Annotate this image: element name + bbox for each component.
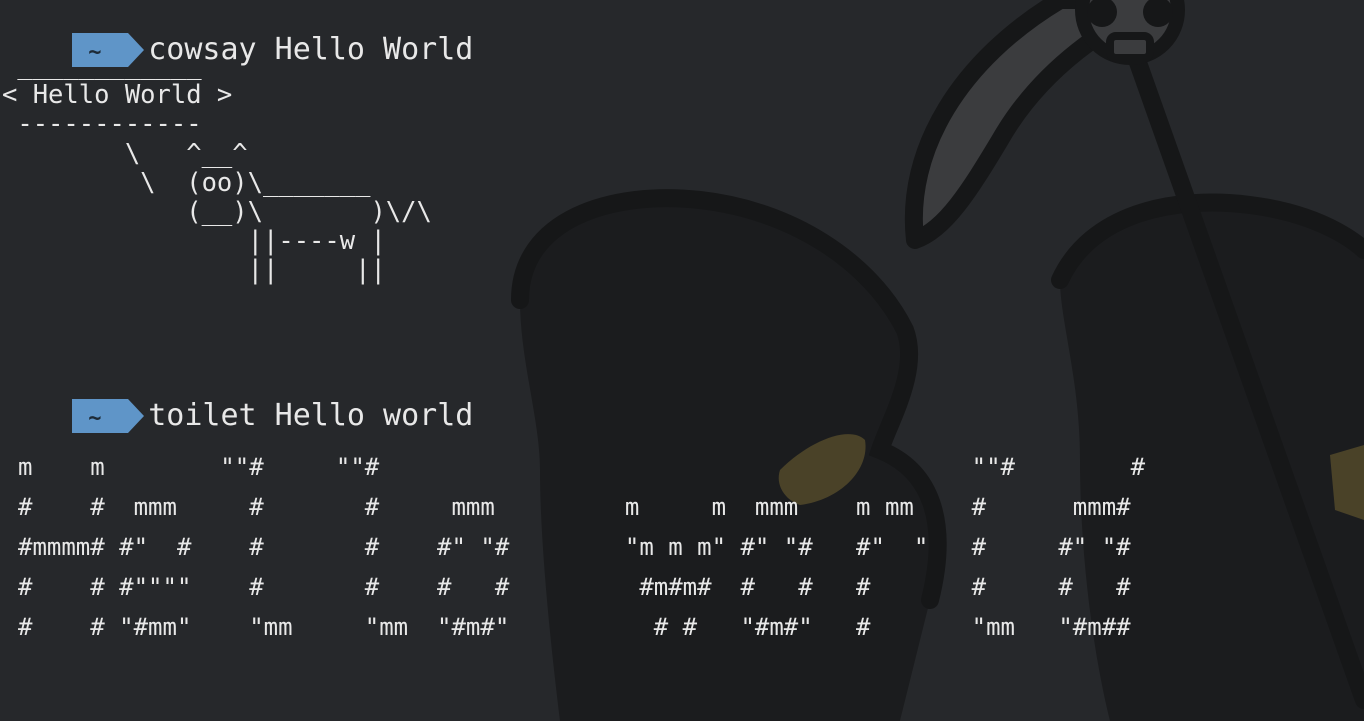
skull-icon (1075, 0, 1185, 65)
tilde-icon: ~ (88, 406, 102, 431)
cowsay-output: ____________ < Hello World > -----------… (2, 51, 432, 286)
prompt-badge: ~ (72, 399, 145, 433)
command-text: toilet Hello world (148, 398, 474, 433)
toilet-output: m m ""# ""# ""# # # # mmm # # mmm m m mm… (18, 453, 1146, 641)
terminal-window[interactable]: ~ cowsay Hello World ____________ < Hello… (0, 0, 1364, 721)
